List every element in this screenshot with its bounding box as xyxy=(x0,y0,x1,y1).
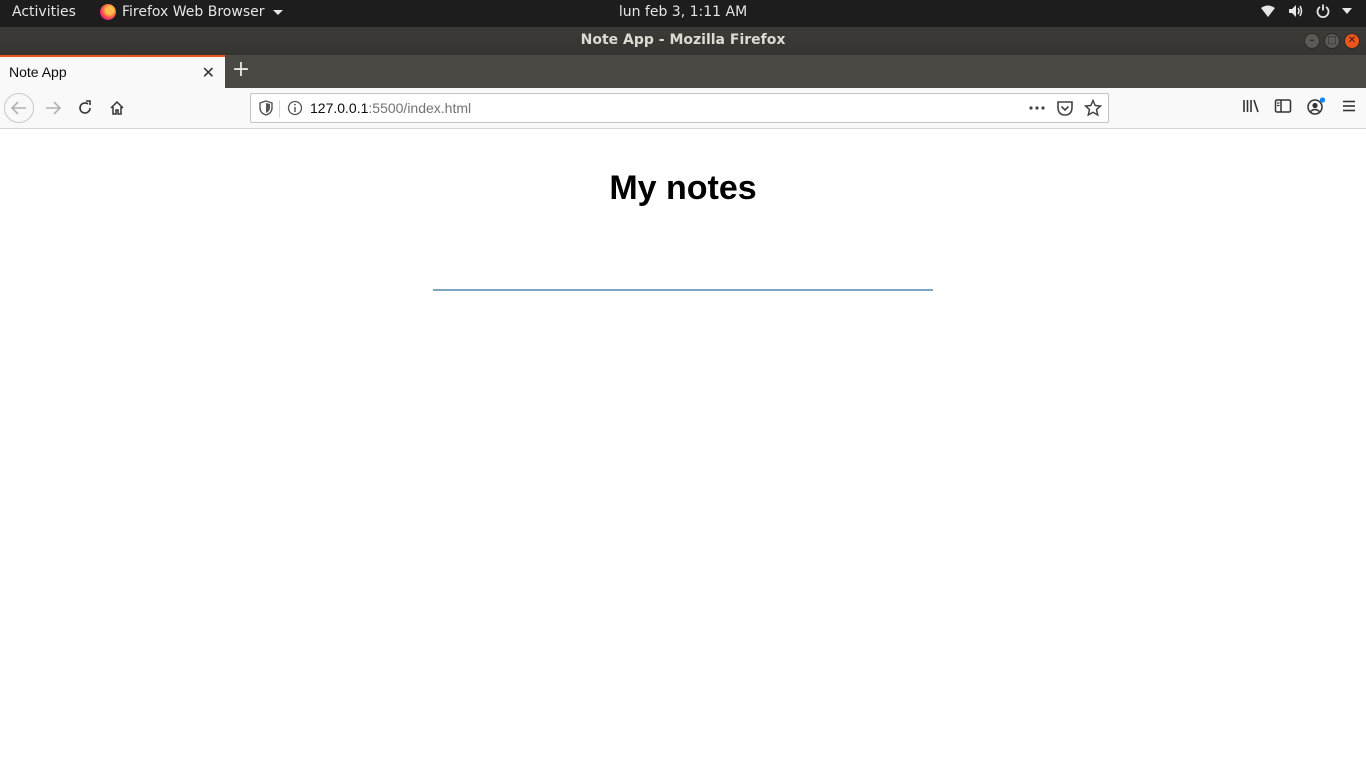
reload-button[interactable] xyxy=(70,93,100,123)
pocket-icon[interactable] xyxy=(1056,99,1074,117)
url-text[interactable]: 127.0.0.1:5500/index.html xyxy=(310,100,471,116)
home-icon xyxy=(110,100,124,115)
close-icon: ✕ xyxy=(1347,35,1357,46)
window-titlebar[interactable]: Note App - Mozilla Firefox – □ ✕ xyxy=(0,27,1366,55)
account-icon[interactable] xyxy=(1306,97,1326,115)
chevron-down-icon xyxy=(272,9,283,15)
back-button[interactable] xyxy=(4,93,34,123)
navigation-toolbar: 127.0.0.1:5500/index.html xyxy=(0,88,1366,129)
maximize-icon: □ xyxy=(1327,35,1337,46)
app-menu[interactable]: Firefox Web Browser xyxy=(100,4,283,20)
info-icon[interactable] xyxy=(287,100,303,116)
close-window-button[interactable]: ✕ xyxy=(1344,33,1360,49)
clock[interactable]: lun feb 3, 1:11 AM xyxy=(619,4,747,20)
tab-strip: Note App ✕ + xyxy=(0,55,1366,88)
sidebar-icon[interactable] xyxy=(1274,98,1292,114)
firefox-logo-icon xyxy=(100,4,116,20)
menu-icon[interactable] xyxy=(1340,98,1358,114)
chevron-down-icon xyxy=(1342,8,1352,14)
url-bar[interactable]: 127.0.0.1:5500/index.html xyxy=(250,93,1109,123)
window-title: Note App - Mozilla Firefox xyxy=(580,32,786,48)
page-actions-icon[interactable] xyxy=(1028,99,1046,117)
tab-title: Note App xyxy=(9,64,67,80)
back-icon xyxy=(11,101,26,115)
system-tray[interactable] xyxy=(1260,4,1352,18)
reload-icon xyxy=(79,100,91,114)
minimize-icon: – xyxy=(1309,35,1315,46)
page-title: My notes xyxy=(609,169,757,207)
library-icon[interactable] xyxy=(1242,98,1260,114)
forward-button[interactable] xyxy=(38,93,68,123)
page-content: My notes xyxy=(0,129,1366,768)
tab-note-app[interactable]: Note App ✕ xyxy=(0,55,225,88)
system-top-bar: Activities Firefox Web Browser lun feb 3… xyxy=(0,0,1366,27)
maximize-button[interactable]: □ xyxy=(1324,33,1340,49)
forward-icon xyxy=(46,101,61,115)
bookmark-star-icon[interactable] xyxy=(1084,99,1102,117)
app-menu-label: Firefox Web Browser xyxy=(122,4,265,20)
activities-button[interactable]: Activities xyxy=(12,4,76,20)
home-button[interactable] xyxy=(102,93,132,123)
tab-close-icon[interactable]: ✕ xyxy=(202,63,215,83)
new-tab-button[interactable]: + xyxy=(230,58,252,84)
plus-icon: + xyxy=(231,57,251,82)
url-bar-separator xyxy=(279,100,280,118)
volume-icon xyxy=(1289,5,1303,17)
wifi-icon xyxy=(1261,5,1275,17)
url-host: 127.0.0.1 xyxy=(310,100,369,116)
shield-icon[interactable] xyxy=(259,100,273,116)
url-path: :5500/index.html xyxy=(368,100,472,116)
power-icon xyxy=(1316,4,1330,18)
minimize-button[interactable]: – xyxy=(1304,33,1320,49)
note-input[interactable] xyxy=(433,257,933,291)
